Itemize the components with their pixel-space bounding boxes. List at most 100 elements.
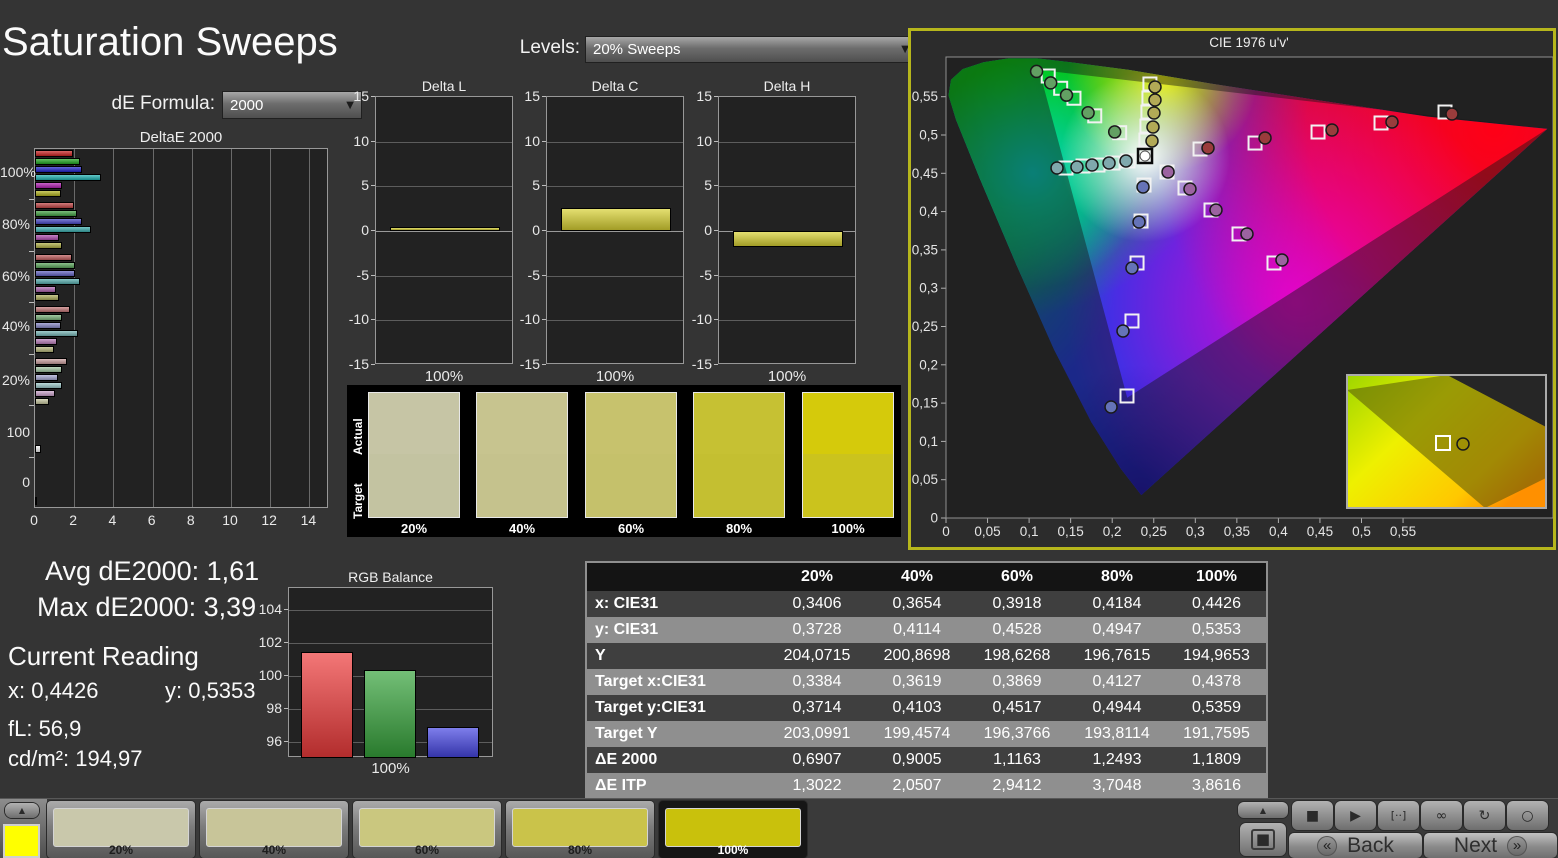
swatch-actual [477,393,567,456]
x-axis-label: 100% [718,368,856,385]
x-axis-label: 100% [288,760,493,777]
delta-l-chart [375,96,513,364]
gridline [289,643,492,644]
next-button-label: Next [1454,834,1497,858]
deltae-bar-red [35,150,73,157]
swatch-actual [586,393,676,456]
swatch-actual [803,393,893,456]
group-label: 0 [0,474,30,490]
saturation-swatch-button-80%[interactable]: 80% [506,801,654,858]
current-patch-panel: ▲ [0,799,47,858]
stop-measure-button[interactable]: ■ [1240,823,1286,856]
y-axis-tick-label: -5 [676,267,712,283]
table-cell: 0,4528 [967,617,1067,643]
y-axis-tick-label: -15 [504,356,540,372]
loop-button[interactable]: ↻ [1464,801,1505,830]
delta-chart-title: Delta L [375,78,513,94]
single-read-button[interactable]: [··] [1378,801,1419,830]
swatch-chip [359,808,495,847]
axis-tick [714,141,718,142]
y-tick-label: 0,4 [919,204,938,219]
y-axis-tick-label: 104 [246,601,282,617]
x-tick-label: 0,1 [1020,524,1039,539]
table-cell: 200,8698 [867,643,967,669]
collapse-button[interactable]: ▲ [1238,802,1288,818]
deltae-bar-blue [35,218,82,225]
single-read-icon: [··] [1391,809,1407,822]
swatch-label: 80% [693,521,785,536]
swatch-label: 40% [476,521,568,536]
play-button[interactable]: ▶ [1335,801,1376,830]
table-cell: 0,3728 [767,617,867,643]
table-cell: 0,4947 [1067,617,1167,643]
axis-tick [542,319,546,320]
saturation-swatch-button-100%[interactable]: 100% [659,801,807,858]
stop-square-icon: ■ [1251,829,1275,850]
swatch-chip [206,808,342,847]
cie-measured-circle-magenta [1241,228,1253,240]
delta-c-chart [546,96,684,364]
gridline [376,276,512,277]
y-tick-label: 0,15 [912,396,938,411]
cie-measured-circle-red [1259,132,1271,144]
next-button[interactable]: Next » [1424,833,1557,858]
table-cell: 1,1809 [1167,747,1267,773]
gridline [74,149,75,507]
swatch-button-label: 20% [47,843,195,857]
saturation-swatch-button-40%[interactable]: 40% [200,801,348,858]
y-axis-tick-label: 0 [333,222,369,238]
x-tick-label: 0,55 [1390,524,1416,539]
table-header-cell: 60% [967,562,1067,591]
cie-measured-circle-magenta [1210,204,1222,216]
bottom-control-bar: ▲ 20%40%60%80%100% ▲ ■ ■▶[··]∞↻○ « Back … [0,798,1558,858]
gridline [270,149,271,507]
deltae-chart-title: DeltaE 2000 [34,129,328,146]
gridline [231,149,232,507]
deltae-bar-red [35,445,41,453]
swatch-target [803,454,893,517]
y-axis-tick-label: 102 [246,634,282,650]
delta-h-chart [718,96,856,364]
gridline [547,276,683,277]
rgb-bar-red [301,652,353,758]
table-cell: 0,4944 [1067,695,1167,721]
gridline [547,186,683,187]
back-button[interactable]: « Back [1289,833,1422,858]
axis-tick [371,230,375,231]
table-cell: 0,4517 [967,695,1067,721]
table-cell: 196,3766 [967,721,1067,747]
table-cell: 193,8114 [1067,721,1167,747]
y-axis-tick-label: 0 [504,222,540,238]
table-header-cell: 100% [1167,562,1267,591]
levels-dropdown[interactable]: 20% Sweeps ▼ [585,36,917,63]
table-cell: 0,3384 [767,669,867,695]
swatch-chip [665,808,801,847]
deltae-bar-yellow [35,242,62,249]
y-axis-tick-label: 10 [676,133,712,149]
cie-measured-circle-red [1326,124,1338,136]
y-tick-label: 0,35 [912,242,938,257]
cie-measured-circle-yellow [1146,135,1158,147]
saturation-swatch-button-60%[interactable]: 60% [353,801,501,858]
cie-measured-circle-green [1082,107,1094,119]
saturation-swatch-button-20%[interactable]: 20% [47,801,195,858]
patch-up-button[interactable]: ▲ [5,803,39,818]
actual-row-label: Actual [351,397,365,455]
deltae-bar-red [35,254,72,261]
deltae-bar-magenta [35,286,56,293]
axis-tick [29,457,34,458]
cie-1976-panel[interactable]: CIE 1976 u'v' 00,050,10,150,20,250,30,35… [908,28,1556,550]
x-tick-label: 0,3 [1186,524,1205,539]
stop-button[interactable]: ■ [1292,801,1333,830]
status-button[interactable]: ○ [1507,801,1548,830]
cie-measured-circle-green [1045,77,1057,89]
table-cell: 0,3714 [767,695,867,721]
cie-measured-circle-magenta [1162,166,1174,178]
table-cell: 0,3869 [967,669,1067,695]
continuous-button[interactable]: ∞ [1421,801,1462,830]
loop-icon: ↻ [1479,808,1491,824]
avg-de2000: Avg dE2000: 1,61 [45,556,259,587]
axis-tick [371,141,375,142]
group-label: 100% [0,164,30,180]
cie-measured-circle-cyan [1051,162,1063,174]
